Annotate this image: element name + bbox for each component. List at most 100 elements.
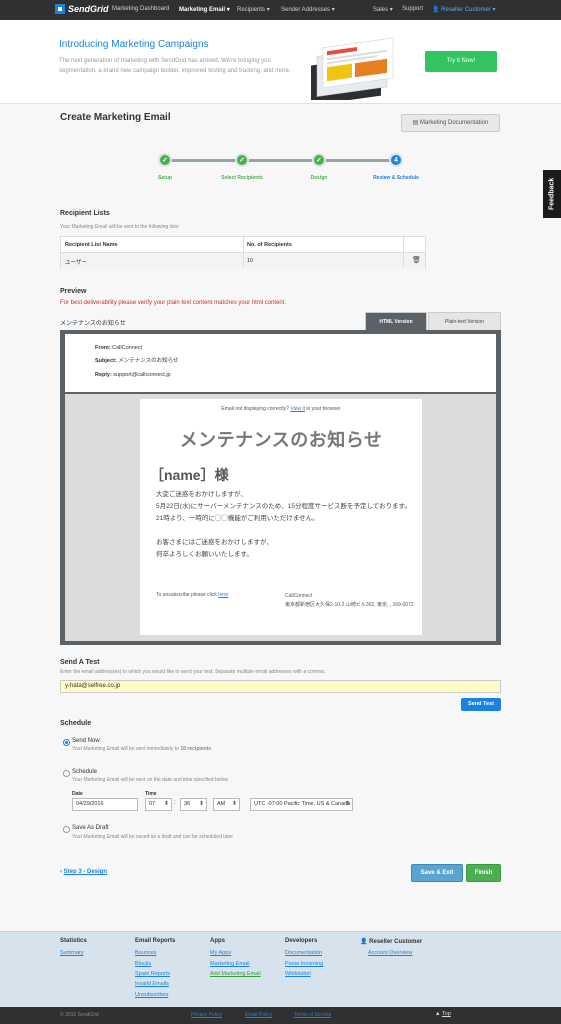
checkmark-icon: ✓	[316, 157, 322, 164]
step-select-recipients-label: Select Recipients	[221, 175, 263, 181]
tab-html-version[interactable]: HTML Version	[365, 312, 427, 330]
minute-select[interactable]: 36	[180, 798, 207, 811]
user-icon: 👤	[360, 939, 368, 945]
caret-down-icon: ▾	[226, 7, 230, 13]
tab-plain-text-version[interactable]: Plain-text Version	[428, 312, 501, 330]
footer-link-invalid-emails[interactable]: Invalid Emails	[135, 981, 169, 987]
email-title: メンテナンスのお知らせ	[179, 430, 383, 450]
document-icon: ▤	[412, 120, 419, 126]
chevron-left-icon: ‹	[60, 869, 62, 875]
campaign-preview-illustration	[311, 37, 394, 100]
sendgrid-logo[interactable]: SendGrid	[55, 4, 109, 14]
recipient-lists-table: Recipient List Name No. of Recipients ユー…	[60, 236, 426, 269]
caret-down-icon: ▾	[331, 7, 335, 13]
save-as-draft-description: Your Marketing Email will be saved as a …	[72, 834, 234, 840]
unsubscribe-notice: To unsubscribe please click here	[156, 592, 229, 598]
nav-marketing-email[interactable]: Marketing Email ▾	[179, 6, 230, 13]
sender-address: CallConnect 東京都新宿区大久保2-10-2 山崎ビル302, 東京,…	[285, 593, 414, 608]
not-displaying-notice: Email not displaying correctly? View it …	[221, 406, 341, 412]
hour-select[interactable]: 07	[145, 798, 172, 811]
email-policy-link[interactable]: Email Policy	[245, 1012, 272, 1018]
back-to-top-link[interactable]: ▲ Top	[435, 1011, 451, 1017]
caret-down-icon: ▾	[492, 7, 496, 13]
footer-link-account-overview[interactable]: Account Overview	[368, 950, 412, 956]
caret-down-icon: ▾	[389, 7, 393, 13]
footer-link-spam-reports[interactable]: Spam Reports	[135, 971, 170, 977]
marketing-documentation-button[interactable]: ▤ Marketing Documentation	[401, 114, 500, 132]
bottom-bar: © 2016 SendGrid Privacy Policy Email Pol…	[0, 1007, 561, 1024]
preview-heading: Preview	[60, 288, 87, 295]
send-test-description: Enter the email address(es) to which you…	[60, 669, 326, 675]
send-now-label[interactable]: Send Now	[72, 738, 100, 744]
feedback-tab[interactable]: Feedback	[543, 170, 561, 218]
step-setup-indicator[interactable]: ✓	[158, 153, 172, 167]
save-as-draft-label[interactable]: Save As Draft	[72, 825, 109, 831]
footer-link-summary[interactable]: Summary	[60, 950, 84, 956]
caret-down-icon: ▾	[266, 7, 270, 13]
nav-support[interactable]: Support	[402, 6, 423, 12]
test-email-input[interactable]: y-hata@selfree.co.jp	[60, 680, 501, 693]
step-review-indicator: 4	[389, 153, 403, 167]
try-it-now-button[interactable]: Try it Now!	[425, 51, 497, 72]
back-step-link[interactable]: ‹ Step 3 - Design	[60, 869, 107, 875]
preview-email-title: メンテナンスのお知らせ	[60, 321, 126, 327]
footer-link-bounces[interactable]: Bounces	[135, 950, 156, 956]
time-separator: :	[174, 800, 176, 806]
top-navigation: SendGrid Marketing Dashboard Marketing E…	[0, 0, 561, 20]
footer-link-parse-incoming[interactable]: Parse Incoming	[285, 961, 323, 967]
footer-link-my-apps[interactable]: My Apps	[210, 950, 231, 956]
user-icon: 👤	[432, 7, 440, 13]
trash-icon[interactable]: 🗑	[412, 256, 421, 264]
footer-link-unsubscribes[interactable]: Unsubscribes	[135, 992, 168, 998]
deliverability-warning: For best deliverability please verify yo…	[60, 300, 287, 306]
time-label: Time	[145, 791, 157, 797]
footer-link-add-marketing-email[interactable]: Add Marketing Email	[210, 971, 261, 977]
footer-statistics-heading: Statistics	[60, 938, 87, 944]
email-body: 大変ご迷惑をおかけしますが、 5月22日(水)にサーバーメンテナンスのため、15…	[156, 491, 411, 558]
checkmark-icon: ✓	[239, 157, 245, 164]
schedule-description: Your Marketing Email will be sent on the…	[72, 777, 229, 783]
nav-reseller-customer[interactable]: 👤 Reseller Customer ▾	[432, 6, 496, 13]
copyright: © 2016 SendGrid	[60, 1012, 99, 1018]
column-divider	[403, 237, 404, 268]
ampm-select[interactable]: AM	[213, 798, 240, 811]
nav-marketing-dashboard[interactable]: Marketing Dashboard	[112, 6, 169, 12]
recipient-lists-description: Your Marketing Email will be sent to the…	[60, 224, 180, 230]
schedule-radio[interactable]	[63, 770, 70, 777]
email-header-info: From: CallConnect Subject: メンテナンスのお知らせ R…	[65, 334, 496, 392]
step-select-recipients-indicator[interactable]: ✓	[235, 153, 249, 167]
send-test-button[interactable]: Send Test	[461, 698, 501, 711]
footer-reseller-heading: 👤 Reseller Customer	[360, 939, 423, 945]
timezone-select[interactable]: UTC -07:00 Pacific Time, US & Canada	[250, 798, 353, 811]
send-test-heading: Send A Test	[60, 659, 100, 666]
nav-sales[interactable]: Sales ▾	[373, 6, 393, 13]
column-header-recipients: No. of Recipients	[247, 242, 292, 248]
footer-link-documentation[interactable]: Documentation	[285, 950, 322, 956]
banner-title: Introducing Marketing Campaigns	[59, 39, 209, 50]
progress-track	[166, 159, 396, 162]
step-setup-label: Setup	[158, 175, 172, 181]
finish-button[interactable]: Finish	[466, 864, 501, 882]
banner-description: The next generation of marketing with Se…	[59, 58, 291, 74]
date-input[interactable]: 04/29/2016	[72, 798, 138, 811]
schedule-label[interactable]: Schedule	[72, 769, 97, 775]
unsubscribe-link[interactable]: here	[218, 592, 228, 598]
email-content-card: Email not displaying correctly? View it …	[140, 399, 422, 635]
save-as-draft-radio[interactable]	[63, 826, 70, 833]
send-now-radio[interactable]	[63, 739, 70, 746]
footer-link-marketing-email[interactable]: Marketing Email	[210, 961, 249, 967]
date-label: Date	[72, 791, 83, 797]
nav-sender-addresses[interactable]: Sender Addresses ▾	[281, 6, 335, 13]
step-design-indicator[interactable]: ✓	[312, 153, 326, 167]
save-exit-button[interactable]: Save & Exit	[411, 864, 463, 882]
footer-link-blocks[interactable]: Blocks	[135, 961, 151, 967]
footer-links: Statistics Summary Email Reports Bounces…	[0, 931, 561, 1007]
view-in-browser-link[interactable]: View it	[290, 406, 305, 412]
subject-line: Subject: メンテナンスのお知らせ	[95, 358, 179, 364]
terms-of-service-link[interactable]: Terms of Service	[294, 1012, 331, 1018]
nav-recipients[interactable]: Recipients ▾	[237, 6, 270, 13]
column-header-list-name: Recipient List Name	[65, 242, 118, 248]
privacy-policy-link[interactable]: Privacy Policy	[191, 1012, 222, 1018]
footer-link-whitelabel[interactable]: Whitelabel	[285, 971, 311, 977]
page-title: Create Marketing Email	[60, 112, 171, 123]
